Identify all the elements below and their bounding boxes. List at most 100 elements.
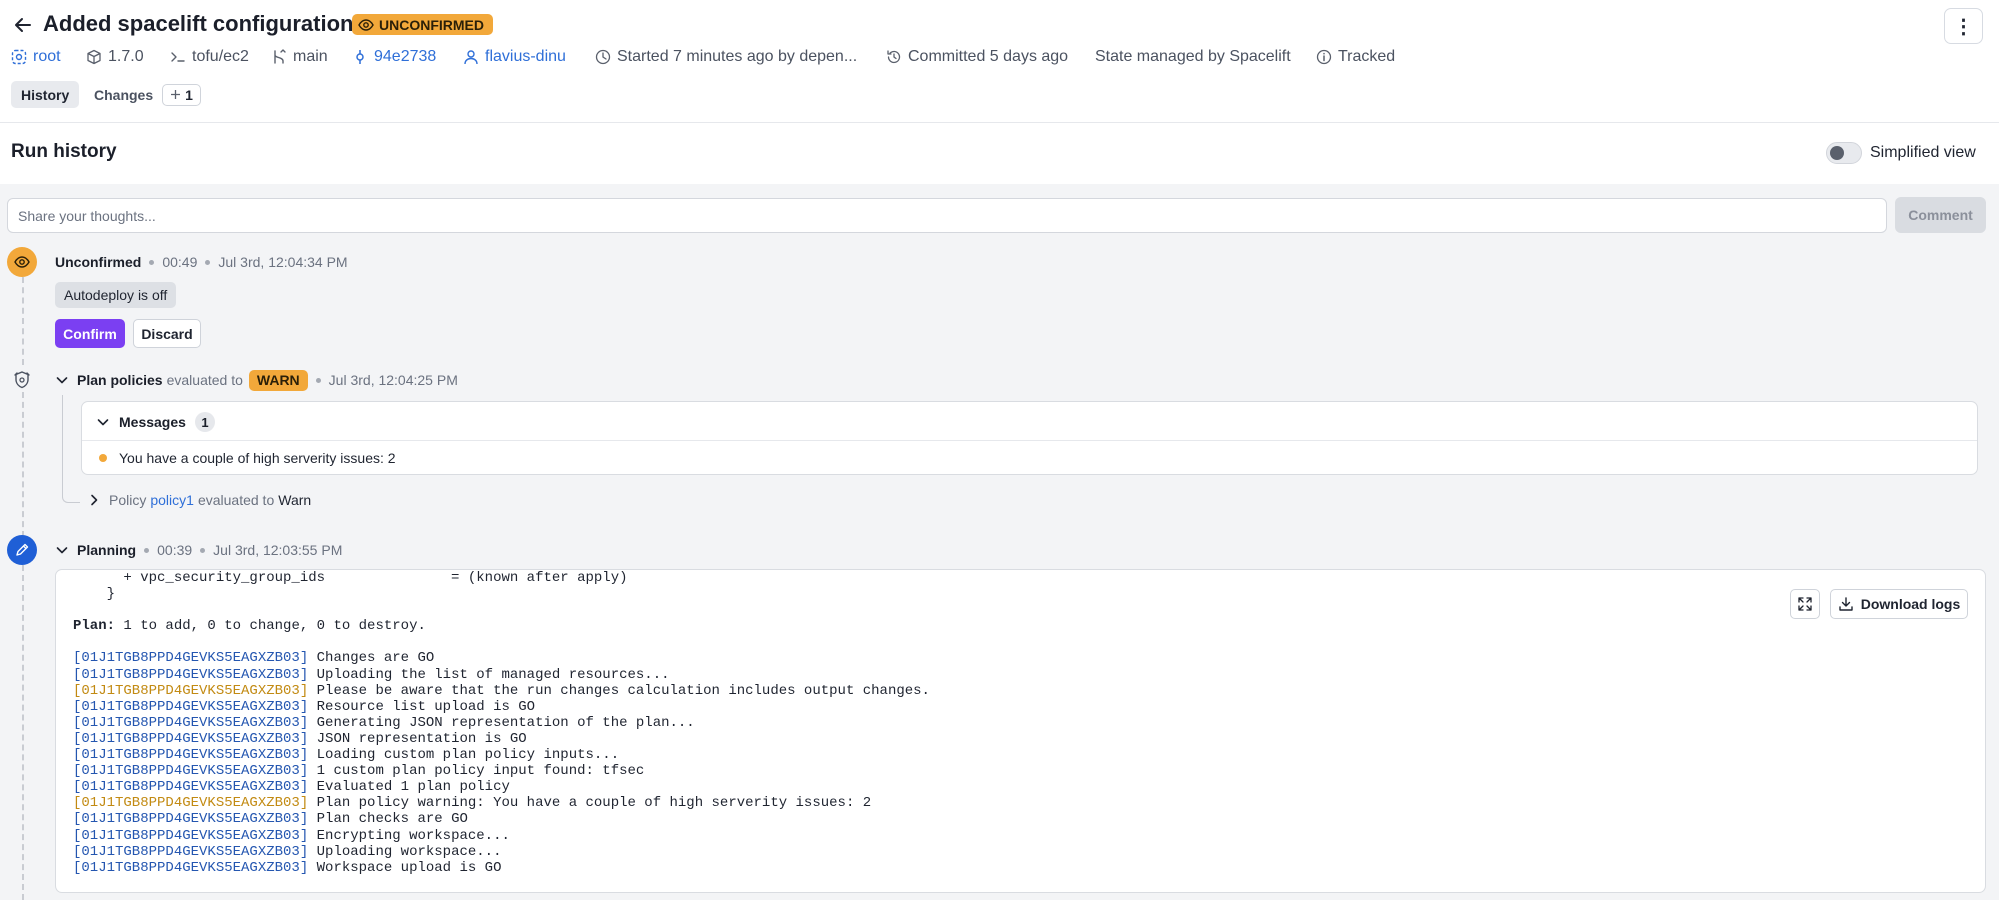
log-blank-line [73,634,930,650]
meta-project-root: tofu/ec2 [170,46,249,68]
more-button[interactable]: ⋮ [1944,8,1983,44]
log-run-id: [01J1TGB8PPD4GEVKS5EAGXZB03] [73,682,309,699]
back-arrow-icon[interactable] [12,14,34,36]
simplified-view-label: Simplified view [1870,144,1976,161]
log-line: [01J1TGB8PPD4GEVKS5EAGXZB03] Resource li… [73,699,930,715]
log-line: [01J1TGB8PPD4GEVKS5EAGXZB03] JSON repres… [73,731,930,747]
confirm-button[interactable]: Confirm [55,319,125,348]
log-line: [01J1TGB8PPD4GEVKS5EAGXZB03] Evaluated 1… [73,779,930,795]
clock-icon [595,49,611,65]
page-title: Added spacelift configuration [43,11,354,36]
log-run-id: [01J1TGB8PPD4GEVKS5EAGXZB03] [73,795,309,812]
header-divider [0,122,1999,123]
log-run-id: [01J1TGB8PPD4GEVKS5EAGXZB03] [73,843,309,860]
tab-changes[interactable]: Changes 1 [94,81,201,108]
section-title: Run history [11,141,117,162]
log-line: [01J1TGB8PPD4GEVKS5EAGXZB03] Please be a… [73,683,930,699]
commit-link[interactable]: 94e2738 [374,48,436,66]
expand-button[interactable] [1790,589,1820,619]
status-badge: UNCONFIRMED [352,14,493,35]
log-plan-summary: Plan: 1 to add, 0 to change, 0 to destro… [73,618,930,634]
separator-dot [205,259,211,265]
tab-history[interactable]: History [11,81,80,108]
log-line: [01J1TGB8PPD4GEVKS5EAGXZB03] Plan policy… [73,795,930,811]
log-run-id: [01J1TGB8PPD4GEVKS5EAGXZB03] [73,827,309,844]
space-link[interactable]: root [33,48,61,66]
divider [82,440,1977,441]
version-text: 1.7.0 [108,48,144,65]
log-run-id: [01J1TGB8PPD4GEVKS5EAGXZB03] [73,666,309,683]
warn-badge: WARN [248,369,308,391]
log-viewer[interactable]: + vpc_security_group_ids = (known after … [55,569,1986,893]
log-text: 1 custom plan policy input found: tfsec [308,763,645,780]
log-run-id: [01J1TGB8PPD4GEVKS5EAGXZB03] [73,714,309,731]
timeline-line [22,392,24,537]
more-icon: ⋮ [1953,15,1974,38]
log-text: Evaluated 1 plan policy [308,779,510,796]
log-line: [01J1TGB8PPD4GEVKS5EAGXZB03] Plan checks… [73,811,930,827]
info-icon [1316,49,1332,65]
plan-summary-label: Plan: [73,618,116,635]
separator-dot [144,547,150,553]
chevron-down-icon[interactable] [55,543,69,557]
log-line: } [73,586,116,603]
comment-input[interactable] [7,198,1887,233]
download-logs-button[interactable]: Download logs [1830,589,1968,619]
stage-name: Plan policies [77,372,163,388]
log-text: Plan checks are GO [308,811,468,828]
log-text: Encrypting workspace... [308,827,510,844]
meta-committed: Committed 5 days ago [886,46,1068,68]
chevron-right-icon[interactable] [87,493,101,507]
meta-state: State managed by Spacelift [1095,46,1291,68]
branch-icon [271,49,287,65]
log-line: [01J1TGB8PPD4GEVKS5EAGXZB03] Encrypting … [73,828,930,844]
policy-tree-line [62,395,80,503]
log-line: [01J1TGB8PPD4GEVKS5EAGXZB03] Uploading t… [73,667,930,683]
simplified-view-toggle[interactable] [1826,142,1862,164]
project-root-text: tofu/ec2 [192,48,249,65]
unconfirmed-stage-icon [7,247,37,277]
comment-button[interactable]: Comment [1895,197,1986,233]
tab-changes-label: Changes [94,86,154,103]
warning-dot-icon [99,454,107,462]
policy-result: Warn [278,492,312,508]
log-run-id: [01J1TGB8PPD4GEVKS5EAGXZB03] [73,811,309,828]
chevron-down-icon[interactable] [96,415,110,429]
evaluated-text: evaluated to [166,372,243,388]
chevron-down-icon[interactable] [55,373,69,387]
log-run-id: [01J1TGB8PPD4GEVKS5EAGXZB03] [73,747,309,764]
download-logs-label: Download logs [1860,596,1961,612]
plan-policies-header[interactable]: Plan policies evaluated to WARN Jul 3rd,… [55,369,458,391]
committed-text: Committed 5 days ago [908,48,1069,65]
discard-button[interactable]: Discard [133,319,201,348]
messages-card: Messages 1 You have a couple of high ser… [81,401,1978,475]
eye-icon [14,254,30,270]
log-run-id: [01J1TGB8PPD4GEVKS5EAGXZB03] [73,698,309,715]
policy-row[interactable]: Policy policy1 evaluated to Warn [87,489,311,511]
autodeploy-badge: Autodeploy is off [55,282,177,308]
list-item: You have a couple of high serverity issu… [99,448,396,468]
state-text: State managed by Spacelift [1095,48,1291,65]
toggle-knob [1830,146,1844,160]
messages-title: Messages [119,414,186,430]
policy-evaluated-text: evaluated to [197,492,275,508]
log-text: Uploading workspace... [308,843,502,860]
meta-commit[interactable]: 94e2738 [352,46,436,68]
planning-header[interactable]: Planning 00:39 Jul 3rd, 12:03:55 PM [55,539,342,561]
policy-link[interactable]: policy1 [150,492,194,508]
branch-text: main [293,48,328,65]
policy-prefix: Policy [109,492,147,508]
meta-space[interactable]: root [11,46,61,68]
meta-author[interactable]: flavius-dinu [463,46,566,68]
author-link[interactable]: flavius-dinu [485,48,566,66]
message-text: You have a couple of high serverity issu… [119,450,396,466]
messages-header[interactable]: Messages 1 [96,411,215,433]
log-text: Changes are GO [308,650,435,667]
eye-icon [358,17,374,33]
log-line: [01J1TGB8PPD4GEVKS5EAGXZB03] Generating … [73,715,930,731]
meta-tracked: Tracked [1316,46,1395,68]
log-text: Resource list upload is GO [308,698,536,715]
log-text: Loading custom plan policy inputs... [308,747,620,764]
log-lines: + vpc_security_group_ids = (known after … [73,570,930,876]
started-text: Started 7 minutes ago by depen... [617,48,858,65]
